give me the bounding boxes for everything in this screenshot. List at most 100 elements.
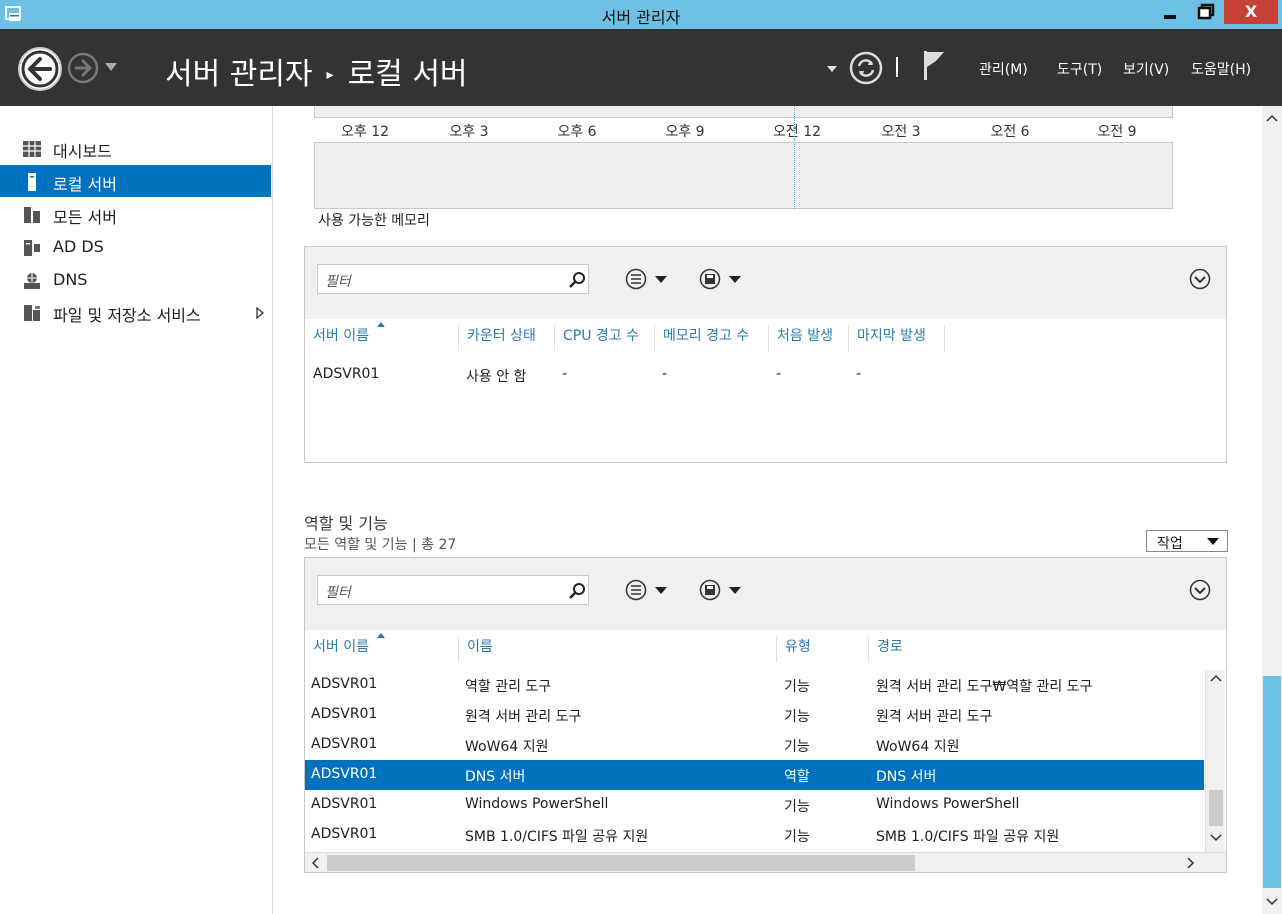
cell-path: SMB 1.0/CIFS 파일 공유 지원	[876, 829, 1060, 845]
minimize-button[interactable]	[1152, 0, 1188, 24]
scroll-thumb[interactable]	[327, 855, 915, 871]
cell-server: ADSVR01	[313, 366, 380, 382]
main-content: 오후 12 오후 3 오후 6 오후 9 오전 12 오전 3 오전 6 오전 …	[274, 106, 1262, 914]
cell-name: 역할 관리 도구	[465, 679, 552, 695]
header-bar: 서버 관리자 ▸ 로컬 서버 관리(M) 도구(T) 보기(V) 도움말(H)	[0, 29, 1282, 106]
roles-section-title: 역할 및 기능	[304, 514, 388, 533]
tasks-dropdown-button[interactable]: 작업	[1146, 530, 1228, 552]
notifications-flag-icon[interactable]	[922, 49, 946, 81]
chart-tick-label: 오전 6	[990, 124, 1030, 140]
save-query-icon[interactable]	[699, 578, 747, 602]
maximize-button[interactable]	[1188, 0, 1224, 24]
cpu-chart-bottom	[314, 106, 1173, 118]
col-header-last-occurrence[interactable]: 마지막 발생	[849, 325, 945, 351]
col-header-type[interactable]: 유형	[777, 636, 869, 662]
column-label: 서버 이름	[313, 328, 369, 344]
perf-toolbar: 필터	[305, 247, 1226, 319]
header-dropdown-icon[interactable]	[826, 65, 838, 73]
scroll-up-icon[interactable]	[1262, 110, 1282, 126]
cell-name: DNS 서버	[465, 769, 526, 785]
search-icon[interactable]	[569, 582, 586, 599]
cell-server: ADSVR01	[311, 826, 378, 842]
cell-type: 기능	[784, 679, 810, 695]
cell-server: ADSVR01	[311, 766, 378, 782]
sidebar-item-label: AD DS	[53, 237, 104, 256]
col-header-server-name[interactable]: 서버 이름	[305, 322, 459, 351]
sidebar-item-all-servers[interactable]: 모든 서버	[0, 198, 271, 230]
cell-memory-alerts: -	[662, 366, 668, 382]
col-header-first-occurrence[interactable]: 처음 발생	[769, 325, 849, 351]
menu-help[interactable]: 도움말(H)	[1191, 59, 1251, 79]
sidebar-item-dashboard[interactable]: 대시보드	[0, 132, 271, 164]
scroll-down-icon[interactable]	[1210, 834, 1222, 842]
roles-vertical-scrollbar[interactable]	[1205, 670, 1225, 852]
column-label: 서버 이름	[313, 639, 369, 655]
breadcrumb-current: 로컬 서버	[347, 57, 468, 92]
roles-horizontal-scrollbar[interactable]	[305, 852, 1226, 872]
sidebar-item-label: 로컬 서버	[53, 175, 117, 194]
local-server-icon	[28, 173, 36, 191]
cell-first-occurrence: -	[776, 366, 782, 382]
chart-tick-label: 오후 6	[557, 124, 597, 140]
col-header-path[interactable]: 경로	[869, 636, 1205, 662]
search-icon[interactable]	[569, 271, 586, 288]
sidebar-item-ad-ds[interactable]: AD DS	[0, 231, 271, 263]
table-row-selected[interactable]: ADSVR01 DNS 서버 역할 DNS 서버	[305, 760, 1204, 790]
list-options-icon[interactable]	[625, 267, 673, 291]
cell-type: 기능	[784, 739, 810, 755]
main-vertical-scrollbar[interactable]	[1262, 106, 1282, 914]
chart-tick-label: 오후 9	[665, 124, 705, 140]
submenu-arrow-icon[interactable]	[256, 307, 264, 319]
refresh-icon[interactable]	[849, 51, 883, 85]
ad-ds-icon	[24, 240, 40, 256]
table-row[interactable]: ADSVR01 원격 서버 관리 도구 기능 원격 서버 관리 도구	[305, 700, 1204, 730]
roles-section-subtitle: 모든 역할 및 기능 | 총 27	[304, 537, 457, 553]
table-row[interactable]: ADSVR01 역할 관리 도구 기능 원격 서버 관리 도구₩역할 관리 도구	[305, 670, 1204, 700]
breadcrumb-root[interactable]: 서버 관리자	[165, 57, 313, 92]
cell-type: 기능	[784, 709, 810, 725]
table-row[interactable]: ADSVR01 Windows PowerShell 기능 Windows Po…	[305, 790, 1204, 820]
back-arrow-icon[interactable]	[16, 45, 64, 93]
cell-last-occurrence: -	[856, 366, 862, 382]
perf-filter-input[interactable]: 필터	[317, 264, 589, 294]
breadcrumb-separator: ▸	[326, 67, 334, 83]
list-options-icon[interactable]	[625, 578, 673, 602]
col-header-name[interactable]: 이름	[459, 636, 777, 662]
roles-filter-input[interactable]: 필터	[317, 575, 589, 605]
scroll-thumb[interactable]	[1263, 676, 1281, 888]
collapse-chevron-icon[interactable]	[1189, 579, 1211, 601]
col-header-memory-alerts[interactable]: 메모리 경고 수	[655, 325, 769, 351]
cell-path: DNS 서버	[876, 769, 937, 785]
sidebar-item-local-server[interactable]: 로컬 서버	[0, 165, 271, 197]
history-dropdown-icon[interactable]	[104, 62, 118, 72]
forward-arrow-icon[interactable]	[66, 50, 100, 86]
cell-name: Windows PowerShell	[465, 796, 609, 812]
table-row[interactable]: ADSVR01 WoW64 지원 기능 WoW64 지원	[305, 730, 1204, 760]
tasks-label: 작업	[1157, 536, 1183, 552]
col-header-cpu-alerts[interactable]: CPU 경고 수	[555, 325, 655, 351]
sidebar-item-dns[interactable]: DNS	[0, 264, 271, 296]
scroll-left-icon[interactable]	[311, 857, 319, 869]
sidebar-item-file-storage[interactable]: 파일 및 저장소 서비스	[0, 296, 271, 328]
collapse-chevron-icon[interactable]	[1189, 268, 1211, 290]
menu-view[interactable]: 보기(V)	[1123, 59, 1169, 79]
scroll-right-icon[interactable]	[1187, 857, 1195, 869]
menu-manage[interactable]: 관리(M)	[979, 59, 1028, 79]
performance-panel: 필터 서버 이름 카운터 상태 CPU 경고 수 메모리 경고 수 처음 발생 …	[304, 246, 1227, 463]
scroll-thumb[interactable]	[1209, 790, 1223, 826]
scroll-up-icon[interactable]	[1210, 674, 1222, 682]
close-button[interactable]: X	[1224, 0, 1278, 24]
scroll-down-icon[interactable]	[1262, 894, 1282, 910]
col-header-server-name[interactable]: 서버 이름	[305, 633, 459, 662]
cell-server: ADSVR01	[311, 736, 378, 752]
table-row[interactable]: ADSVR01 SMB 1.0/CIFS 파일 공유 지원 기능 SMB 1.0…	[305, 820, 1204, 850]
cell-server: ADSVR01	[311, 796, 378, 812]
table-row[interactable]: ADSVR01 사용 안 함 - - - -	[305, 360, 1204, 390]
chevron-down-icon	[1207, 538, 1219, 545]
cell-name: 원격 서버 관리 도구	[465, 709, 582, 725]
menu-tools[interactable]: 도구(T)	[1057, 59, 1102, 79]
save-query-icon[interactable]	[699, 267, 747, 291]
filter-placeholder: 필터	[325, 274, 351, 290]
col-header-counter-status[interactable]: 카운터 상태	[459, 325, 555, 351]
chart-tick-label: 오후 12	[340, 124, 390, 140]
